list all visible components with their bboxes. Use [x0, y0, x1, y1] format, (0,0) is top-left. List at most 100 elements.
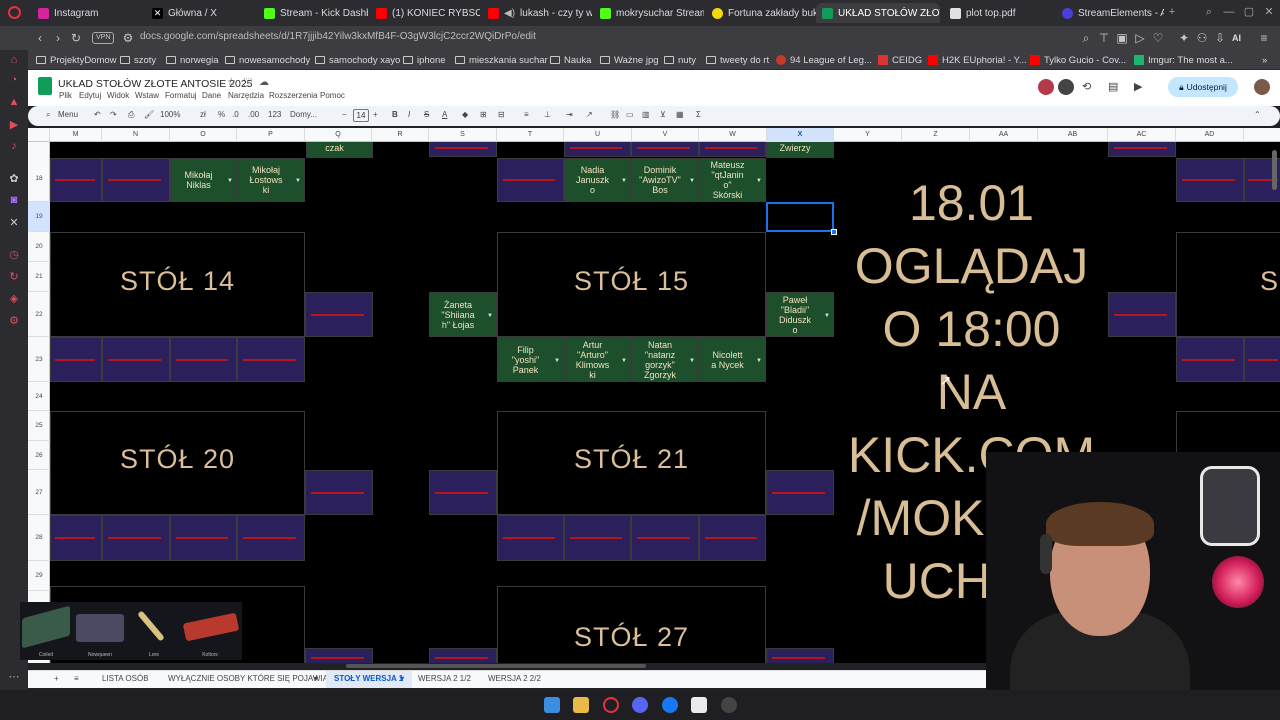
guest-chip[interactable]: Filip "yoshi" Panek ▼ [497, 337, 564, 382]
empty-seat[interactable] [1244, 337, 1280, 382]
dropdown-arrow-icon[interactable]: ▼ [621, 176, 627, 186]
browser-tab[interactable]: ◀) lukash - czy ty wi [482, 3, 592, 23]
wallet-icon[interactable]: ▲ [6, 96, 22, 110]
empty-seat[interactable] [305, 470, 373, 515]
row-header[interactable]: 18 [28, 156, 50, 202]
browser-tab[interactable]: plot top.pdf [944, 3, 1054, 23]
menu-icon[interactable]: ≡ [1256, 30, 1272, 46]
empty-seat[interactable] [237, 515, 305, 561]
account-avatar[interactable] [1254, 79, 1270, 95]
valign-icon[interactable]: ⊥ [544, 110, 551, 119]
column-header[interactable]: Q [305, 128, 372, 142]
guest-chip[interactable]: Mikołaj Łostows ki ▼ [237, 158, 305, 202]
opera-logo-icon[interactable] [8, 6, 21, 19]
windows-start-icon[interactable] [544, 697, 560, 713]
more-bookmarks-icon[interactable]: » [1262, 53, 1267, 67]
zoom-select[interactable]: 100% [160, 110, 180, 119]
row-header[interactable]: 27 [28, 470, 50, 515]
empty-seat[interactable] [50, 337, 102, 382]
bookmark-link[interactable]: Imgur: The most a... [1134, 53, 1233, 67]
browser-tab-active[interactable]: UKŁAD STOŁÓW ZŁOTE A [816, 3, 940, 23]
browser-tab[interactable]: mokrysuchar Stream [594, 3, 704, 23]
site-settings-icon[interactable]: ⚙ [120, 30, 136, 46]
guest-chip[interactable]: Zwierzy [766, 142, 834, 158]
browser-tab[interactable]: Stream - Kick Dashbo [258, 3, 368, 23]
menu-view[interactable]: Widok [107, 91, 129, 100]
column-header[interactable]: O [170, 128, 237, 142]
empty-seat[interactable] [102, 337, 170, 382]
column-header[interactable]: Y [834, 128, 902, 142]
reload-icon[interactable]: ↻ [68, 30, 84, 46]
bookmark-folder[interactable]: iphone [403, 53, 446, 67]
menu-edit[interactable]: Edytuj [79, 91, 101, 100]
dropdown-arrow-icon[interactable]: ▼ [295, 176, 301, 186]
profile-icon[interactable]: ⚇ [1194, 30, 1210, 46]
empty-seat[interactable] [699, 515, 766, 561]
bookmark-folder[interactable]: nuty [664, 53, 696, 67]
guest-chip[interactable]: Dominik "AwizoTV" Bos ▼ [631, 158, 699, 202]
empty-seat[interactable] [305, 648, 373, 663]
discord-icon[interactable] [632, 697, 648, 713]
column-header[interactable]: AB [1038, 128, 1108, 142]
number-format-button[interactable]: 123 [268, 110, 281, 119]
bookmark-folder[interactable]: mieszkania suchar [455, 53, 548, 67]
guest-chip[interactable]: Natan "natanz gorzyk" Zgorzyk ▼ [631, 337, 699, 382]
bookmark-link[interactable]: 94 League of Leg... [776, 53, 872, 67]
home-icon[interactable]: ⌂ [6, 54, 22, 68]
empty-seat[interactable] [631, 515, 699, 561]
comment-icon[interactable]: ▭ [626, 110, 634, 119]
snapshot-icon[interactable]: ▣ [1114, 30, 1130, 46]
search-menu-icon[interactable]: ⌕ [46, 110, 50, 120]
obs-icon[interactable] [721, 697, 737, 713]
notepad-icon[interactable] [691, 697, 707, 713]
star-icon[interactable]: ☆ [227, 77, 236, 88]
chatgpt-icon[interactable]: ✿ [6, 172, 22, 186]
bookmark-folder[interactable]: samochody xayo [315, 53, 400, 67]
close-icon[interactable]: ✕ [1262, 5, 1276, 19]
browser-tab[interactable]: (1) KONIEC RYBSONA [370, 3, 480, 23]
file-explorer-icon[interactable] [573, 697, 589, 713]
bookmark-folder[interactable]: Ważne jpg [600, 53, 659, 67]
horizontal-scrollbar[interactable] [346, 664, 646, 668]
align-icon[interactable]: ≡ [524, 110, 529, 119]
empty-seat[interactable] [766, 648, 834, 663]
currency-icon[interactable]: zł [200, 110, 206, 119]
menu-extensions[interactable]: Rozszerzenia [269, 91, 317, 100]
empty-seat[interactable] [1176, 337, 1244, 382]
bookmark-folder[interactable]: Nauka [550, 53, 591, 67]
dropdown-arrow-icon[interactable]: ▼ [554, 356, 560, 366]
row-header[interactable]: 26 [28, 441, 50, 470]
download-icon[interactable]: ⇩ [1212, 30, 1228, 46]
fill-color-icon[interactable]: ◆ [462, 110, 468, 119]
sheet-tab[interactable]: WERSJA 2 2/2 [488, 674, 541, 683]
sheet-tab[interactable]: ▾ [314, 674, 318, 683]
text-color-icon[interactable]: A [442, 110, 447, 119]
filter-views-icon[interactable]: ▦ [676, 110, 684, 119]
merge-icon[interactable]: ⊟ [498, 110, 505, 119]
bold-icon[interactable]: B [392, 110, 398, 119]
guest-chip[interactable]: czak [306, 142, 373, 158]
empty-seat[interactable] [170, 515, 237, 561]
forward-icon[interactable]: › [50, 30, 66, 46]
bookmark-folder[interactable]: nowesamochody [225, 53, 310, 67]
bookmark-folder[interactable]: ProjektyDomow [36, 53, 117, 67]
menu-help[interactable]: Pomoc [320, 91, 345, 100]
bookmark-link[interactable]: CEIDG [878, 53, 922, 67]
row-header[interactable]: 23 [28, 337, 50, 382]
row-header[interactable]: 24 [28, 382, 50, 411]
dropdown-arrow-icon[interactable]: ▼ [824, 311, 830, 321]
empty-seat[interactable] [564, 515, 631, 561]
paint-format-icon[interactable]: 🖌︎ [144, 110, 154, 119]
dropdown-arrow-icon[interactable]: ▼ [487, 311, 493, 321]
empty-seat[interactable] [50, 515, 102, 561]
column-header[interactable]: P [237, 128, 305, 142]
share-button[interactable]: 🔒︎ Udostępnij [1168, 77, 1238, 97]
menu-format[interactable]: Formatuj [165, 91, 197, 100]
bookmark-folder[interactable]: szoty [120, 53, 156, 67]
guest-chip[interactable]: Nadia Januszk o ▼ [564, 158, 631, 202]
guest-chip[interactable]: Nicolett a Nycek ▼ [699, 337, 766, 382]
empty-seat[interactable] [429, 470, 497, 515]
decrease-decimal-button[interactable]: .0 [232, 110, 239, 119]
empty-seat[interactable] [631, 142, 699, 157]
menu-file[interactable]: Plik [59, 91, 72, 100]
